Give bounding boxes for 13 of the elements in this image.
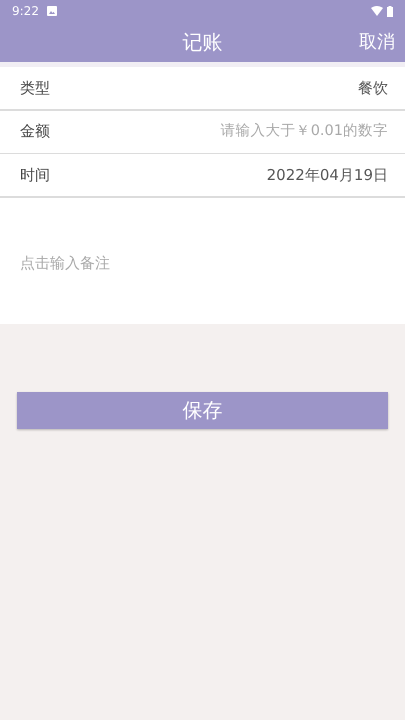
screen-title: 记账	[182, 29, 222, 56]
field-label: 时间	[20, 164, 50, 186]
field-value[interactable]: 餐饮	[358, 76, 388, 100]
wifi-icon	[371, 6, 383, 16]
image-icon	[46, 6, 57, 16]
field-label: 金额	[20, 121, 50, 142]
battery-icon	[387, 6, 393, 16]
field-value[interactable]: 2022年04月19日	[266, 164, 388, 186]
amount-field[interactable]: 请输入大于￥0.01的数字	[66, 110, 388, 152]
field-label: 类型	[20, 78, 50, 99]
note-field[interactable]: 点击输入备注	[20, 252, 385, 274]
status-time: 9:22	[12, 3, 39, 20]
amount-row[interactable]: 金额 请输入大于￥0.01的数字	[0, 110, 405, 152]
